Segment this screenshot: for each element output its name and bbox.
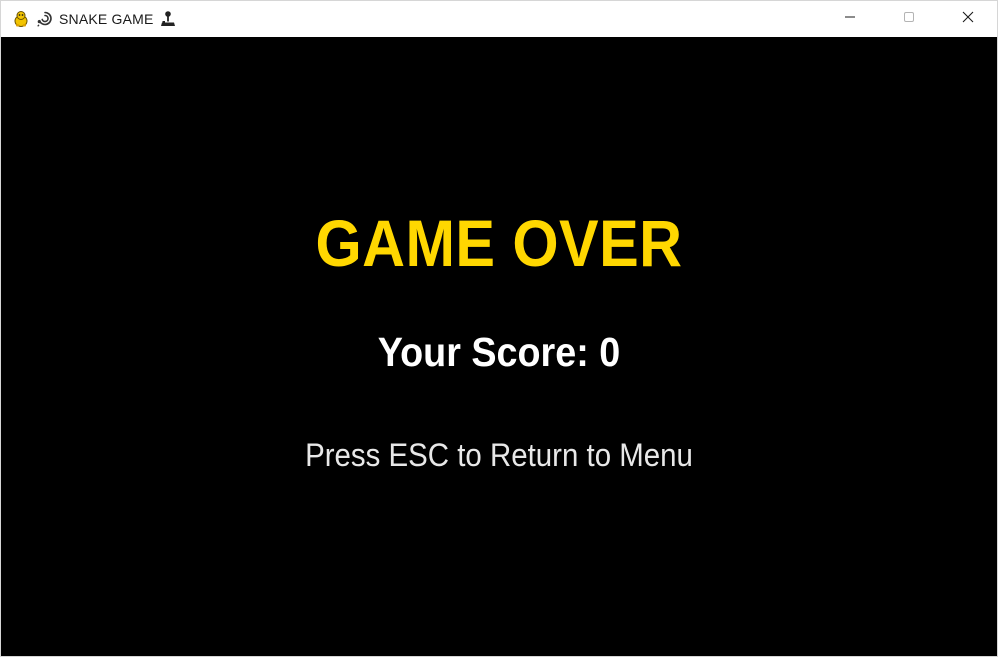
snake-emoji-icon	[36, 10, 54, 28]
window-controls	[820, 1, 997, 37]
minimize-button[interactable]	[820, 1, 879, 37]
joystick-emoji-icon	[159, 10, 177, 28]
window-title-label: SNAKE GAME	[59, 11, 154, 27]
minimize-icon	[844, 10, 856, 28]
close-button[interactable]	[938, 1, 997, 37]
game-over-heading: GAME OVER	[315, 206, 683, 280]
return-to-menu-hint: Press ESC to Return to Menu	[305, 437, 693, 473]
window-title: SNAKE GAME	[36, 10, 177, 28]
game-canvas[interactable]: GAME OVER Your Score: 0 Press ESC to Ret…	[1, 37, 997, 656]
title-bar[interactable]: SNAKE GAME	[1, 1, 997, 37]
score-text: Your Score: 0	[377, 329, 621, 375]
close-icon	[962, 10, 974, 28]
pygame-snake-icon	[12, 10, 30, 28]
maximize-button[interactable]	[879, 1, 938, 37]
app-window: SNAKE GAME GAME OVER Your Score: 0 Press…	[0, 0, 998, 657]
maximize-icon	[903, 10, 915, 28]
